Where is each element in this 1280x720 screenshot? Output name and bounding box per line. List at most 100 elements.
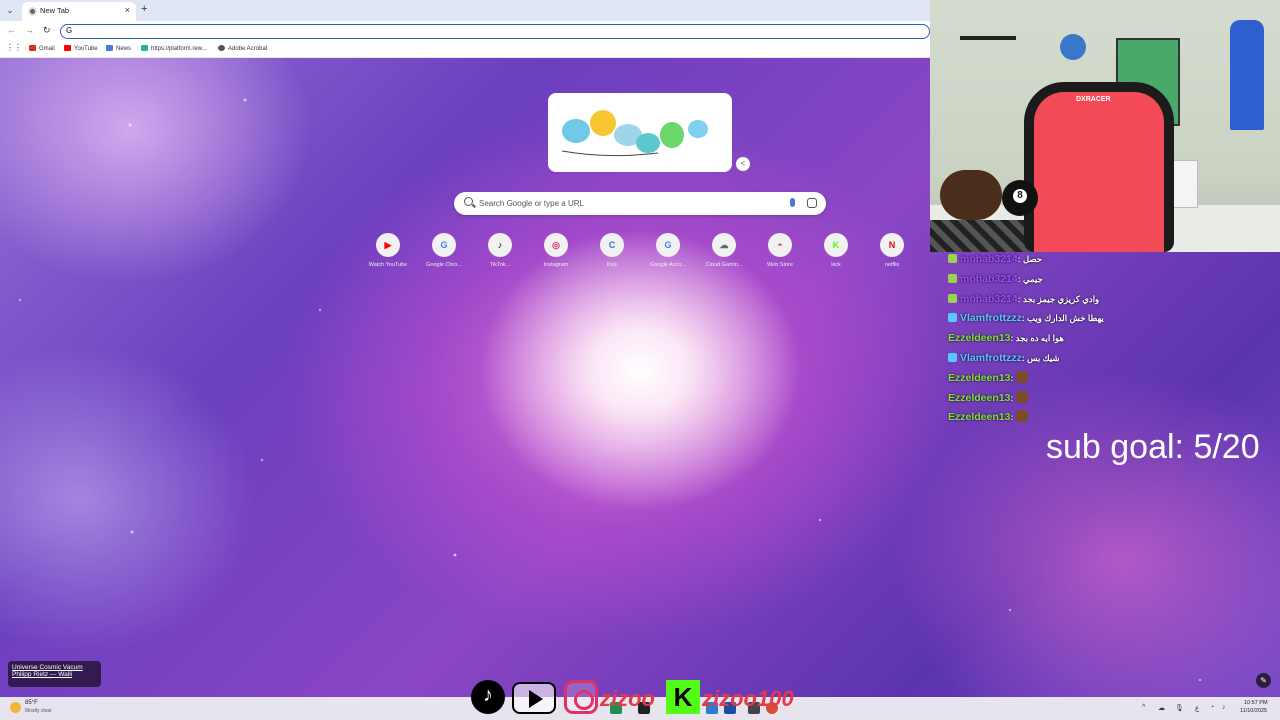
- chat-message: Vlamfrottzzz: شيك بس: [948, 349, 1278, 369]
- wallpaper-title[interactable]: Universe Cosmic Vacum: [12, 664, 97, 671]
- shortcut-icon: ☁: [712, 233, 736, 257]
- tray-mic-icon[interactable]: 🎙: [1175, 704, 1184, 712]
- search-box[interactable]: Search Google or type a URL: [454, 192, 826, 215]
- shortcut-tile[interactable]: C Kick: [587, 233, 637, 273]
- shortcut-icon: K: [824, 233, 848, 257]
- chrome-favicon-icon: [28, 7, 37, 16]
- plush-toy: [940, 170, 1002, 220]
- clock-date[interactable]: 11/10/2025: [1240, 708, 1267, 714]
- chat-badge-icon: [948, 352, 957, 362]
- weather-desc[interactable]: Mostly clear: [25, 708, 52, 714]
- new-tab-button[interactable]: +: [141, 3, 147, 15]
- volume-icon[interactable]: ♪: [1222, 704, 1226, 711]
- doodle-art: [561, 110, 708, 157]
- chat-text: : يهطا خش الدارك ويب: [1021, 313, 1104, 324]
- chat-message: Ezzeldeen13:: [948, 369, 1278, 389]
- voice-search-icon[interactable]: [790, 198, 795, 207]
- shortcut-icon: ◓: [768, 233, 792, 257]
- clock-time[interactable]: 10:57 PM: [1244, 700, 1268, 706]
- tiktok-icon: [471, 680, 505, 714]
- shortcut-label: Google Chro...: [426, 262, 462, 268]
- back-icon[interactable]: ←: [7, 25, 16, 35]
- bookmark-youtube[interactable]: YouTube: [64, 45, 98, 52]
- youtube-icon: [64, 45, 71, 51]
- katana-decor: [960, 36, 1016, 40]
- address-bar[interactable]: G: [60, 24, 930, 39]
- chat-text: : شيك بس: [1021, 352, 1060, 363]
- shortcut-tile[interactable]: Kkick: [811, 233, 861, 273]
- shortcut-label: netflix: [884, 262, 900, 268]
- chat-message: Vlamfrottzzz: يهطا خش الدارك ويب: [948, 309, 1278, 329]
- shortcut-tile[interactable]: G Google Acco...: [643, 233, 693, 273]
- shortcut-label: Google Acco...: [650, 262, 686, 268]
- wallpaper-author[interactable]: Philipp Rietz — Walli: [12, 671, 97, 678]
- tray-language[interactable]: ع: [1195, 704, 1199, 712]
- wifi-icon[interactable]: ◔: [1210, 704, 1214, 711]
- search-placeholder: Search Google or type a URL: [479, 199, 584, 208]
- shortcut-label: Instagram: [543, 262, 569, 268]
- google-g-icon: G: [66, 26, 73, 35]
- search-icon: [464, 197, 473, 206]
- weather-icon[interactable]: [10, 702, 21, 713]
- chat-text: : وادي كريزي جيمز بجد: [1017, 293, 1100, 304]
- chat-username: Vlamfrottzzz: [960, 312, 1022, 325]
- wallpaper-credit[interactable]: Universe Cosmic Vacum Philipp Rietz — Wa…: [8, 661, 101, 687]
- figure-cutout: [1230, 20, 1264, 130]
- chat-message: mohab3214: حصل: [948, 250, 1278, 270]
- bookmark-label: Gmail: [39, 46, 55, 52]
- chat-text: : حصل: [1017, 254, 1043, 264]
- chat-badge-icon: [948, 313, 957, 323]
- tray-app-icon[interactable]: ☁: [1158, 704, 1165, 712]
- globe-icon: [218, 45, 225, 51]
- chat-message: mohab3214: جيمي: [948, 270, 1278, 290]
- bookmark-gmail[interactable]: Gmail: [29, 45, 55, 52]
- shortcut-tile[interactable]: ☁ Cloud Gamin...: [699, 233, 749, 273]
- shortcut-tile[interactable]: ♪ TikTok...: [475, 233, 525, 273]
- shortcut-tile[interactable]: G Google Chro...: [419, 233, 469, 273]
- customize-pencil-icon[interactable]: ✎: [1256, 673, 1271, 688]
- tab-new-tab[interactable]: New Tab ×: [22, 2, 136, 21]
- tab-search-icon[interactable]: ⌄: [4, 4, 16, 16]
- chat-emote-icon: [1016, 370, 1029, 383]
- shortcut-label: Cloud Gamin...: [705, 262, 743, 268]
- shortcut-tile[interactable]: ▶ Watch YouTube: [363, 233, 413, 273]
- bear-decor: [1060, 34, 1086, 60]
- chat-text: :: [1010, 392, 1014, 403]
- shortcut-icon: N: [880, 233, 904, 257]
- youtube-icon: [512, 682, 556, 714]
- shortcut-icon: ▶: [376, 233, 400, 257]
- webcam-feed: DXRACER 8: [930, 0, 1280, 252]
- shortcut-tile[interactable]: ◎ Instagram: [531, 233, 581, 273]
- shortcut-label: kick: [831, 262, 841, 268]
- chat-badge-icon: [948, 273, 957, 283]
- gaming-chair: [1024, 82, 1174, 252]
- shortcut-icon: ♪: [488, 233, 512, 257]
- shortcut-tile[interactable]: ◓ Web Store: [755, 233, 805, 273]
- bookmark-platform[interactable]: https://platform.rew...: [141, 45, 207, 52]
- forward-icon[interactable]: →: [25, 25, 34, 35]
- instagram-icon: [564, 680, 598, 714]
- chat-text: :: [1010, 412, 1014, 423]
- google-doodle[interactable]: [548, 93, 732, 172]
- shortcut-label: TikTok...: [489, 262, 511, 268]
- share-icon[interactable]: <: [736, 157, 750, 171]
- bookmark-news[interactable]: News: [106, 45, 131, 52]
- bookmarks-bar: ⋮⋮ Gmail YouTube News https://platform.r…: [0, 41, 930, 58]
- tray-chevron-icon[interactable]: ^: [1142, 704, 1145, 711]
- chat-text: :: [1010, 372, 1014, 383]
- tab-close-icon[interactable]: ×: [125, 5, 130, 15]
- bookmark-adobe-acrobat[interactable]: Adobe Acrobat: [218, 45, 267, 52]
- shortcut-tile[interactable]: Nnetflix: [867, 233, 917, 273]
- weather-temp[interactable]: 85°F: [25, 700, 38, 706]
- apps-icon[interactable]: ⋮⋮: [6, 43, 22, 52]
- chat-username: Ezzeldeen13: [948, 371, 1011, 384]
- google-lens-icon[interactable]: [807, 198, 817, 208]
- stream-chat: mohab3214: حصل mohab3214: جيمي mohab3214: …: [948, 250, 1278, 428]
- chat-username: Ezzeldeen13: [948, 332, 1011, 345]
- eight-ball-number: 8: [1013, 189, 1027, 203]
- social-handle: zizoo: [600, 686, 655, 711]
- browser-toolbar: ← → ↻ G: [0, 21, 930, 41]
- news-icon: [106, 45, 113, 51]
- chat-username: Ezzeldeen13: [948, 391, 1011, 404]
- reload-icon[interactable]: ↻: [43, 25, 51, 36]
